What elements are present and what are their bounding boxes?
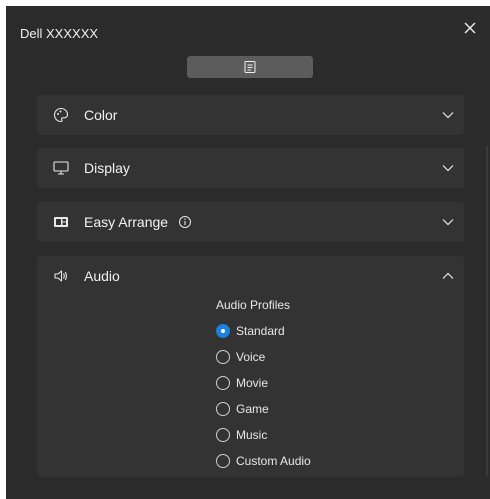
app-window: Dell XXXXXX Color Display Easy Arrange A…: [6, 6, 490, 499]
radio-voice[interactable]: [216, 350, 230, 364]
radio-label-voice: Voice: [236, 350, 266, 364]
palette-icon: [51, 105, 71, 125]
radio-label-custom-audio: Custom Audio: [236, 454, 311, 468]
section-label-display: Display: [84, 160, 130, 176]
easy-arrange-icon: [51, 212, 71, 232]
radio-label-music: Music: [236, 428, 268, 442]
section-label-easy-arrange: Easy Arrange: [84, 214, 169, 230]
section-audio: Audio Audio Profiles Standard Voice Movi…: [37, 256, 464, 477]
section-display[interactable]: Display: [37, 148, 464, 188]
monitor-icon: [51, 158, 71, 178]
document-menu-icon: [244, 61, 256, 73]
radio-label-game: Game: [236, 402, 269, 416]
audio-profile-music[interactable]: Music: [216, 425, 267, 445]
window-title: Dell XXXXXX: [20, 26, 99, 41]
audio-profiles-heading: Audio Profiles: [216, 298, 291, 312]
chevron-down-icon: [440, 160, 456, 176]
close-button[interactable]: [460, 18, 480, 38]
chevron-up-icon[interactable]: [440, 268, 456, 284]
info-icon[interactable]: [178, 215, 192, 229]
section-label-color: Color: [84, 107, 118, 123]
radio-label-movie: Movie: [236, 376, 269, 390]
section-easy-arrange[interactable]: Easy Arrange: [37, 202, 464, 242]
radio-music[interactable]: [216, 428, 230, 442]
audio-profile-standard[interactable]: Standard: [216, 321, 285, 341]
radio-movie[interactable]: [216, 376, 230, 390]
speaker-icon: [51, 266, 71, 286]
section-color[interactable]: Color: [37, 95, 464, 135]
audio-profile-custom[interactable]: Custom Audio: [216, 451, 311, 471]
audio-profile-game[interactable]: Game: [216, 399, 269, 419]
chevron-down-icon: [440, 214, 456, 230]
audio-profile-voice[interactable]: Voice: [216, 347, 265, 367]
radio-label-standard: Standard: [236, 324, 285, 338]
section-label-audio: Audio: [84, 268, 120, 284]
close-icon: [464, 22, 476, 34]
audio-profile-movie[interactable]: Movie: [216, 373, 268, 393]
radio-standard[interactable]: [216, 324, 230, 338]
radio-game[interactable]: [216, 402, 230, 416]
menu-button[interactable]: [187, 56, 313, 78]
chevron-down-icon: [440, 107, 456, 123]
radio-custom-audio[interactable]: [216, 454, 230, 468]
scrollbar[interactable]: [486, 146, 488, 476]
